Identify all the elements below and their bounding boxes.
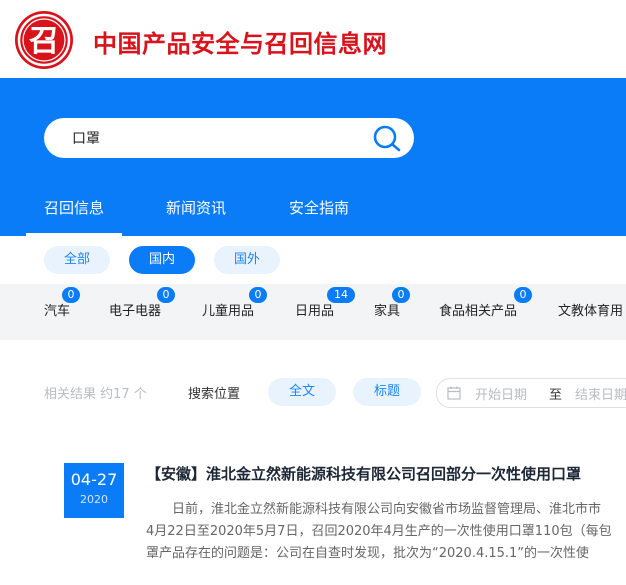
category-car[interactable]: 汽车	[44, 300, 70, 319]
category-children[interactable]: 儿童用品	[202, 300, 254, 319]
tab-label: 新闻资讯	[166, 199, 227, 217]
category-label: 食品相关产品	[439, 304, 518, 319]
site-logo[interactable]: 召	[14, 10, 74, 70]
site-title: 中国产品安全与召回信息网	[93, 30, 387, 58]
result-summary-line: 4月22日至2020年5月7日，召回2020年4月生产的一次性使用口罩110包（…	[146, 524, 612, 539]
end-date-input[interactable]: 结束日期	[575, 384, 626, 403]
category-furniture[interactable]: 家具	[374, 300, 400, 319]
category-bar: 汽车 0 电子电器 0 儿童用品 0 日用品 14 家具 0 食品相关产品 0 …	[0, 284, 626, 340]
tab-news[interactable]: 新闻资讯	[166, 198, 226, 236]
site-header: 召 中国产品安全与召回信息网	[0, 0, 626, 78]
category-label: 日用品	[295, 304, 335, 319]
result-summary-line: 日前，淮北金立然新能源科技有限公司向安徽省市场监督管理局、淮北市市	[172, 502, 602, 517]
region-foreign-button[interactable]: 国外	[214, 246, 280, 274]
result-summary-line: 罩产品存在的问题是：公司在自查时发现，批次为“2020.4.15.1”的一次性使	[146, 546, 590, 561]
tab-recall-info[interactable]: 召回信息	[25, 198, 123, 236]
calendar-icon	[447, 386, 461, 400]
search-icon[interactable]	[372, 124, 402, 152]
fulltext-button[interactable]: 全文	[268, 378, 336, 406]
start-date-input[interactable]: 开始日期	[475, 384, 527, 403]
category-label: 文教体育用	[558, 304, 624, 319]
result-summary: 日前，淮北金立然新能源科技有限公司向安徽省市场监督管理局、淮北市市 4月22日至…	[146, 499, 626, 565]
category-label: 家具	[374, 304, 401, 319]
category-count-badge: 0	[249, 287, 267, 303]
date-to-label: 至	[549, 388, 563, 403]
region-domestic-button[interactable]: 国内	[129, 246, 195, 274]
category-education-sports[interactable]: 文教体育用	[558, 300, 623, 319]
tab-safety-guide[interactable]: 安全指南	[289, 198, 349, 236]
category-food-related[interactable]: 食品相关产品	[439, 300, 517, 319]
category-count-badge: 0	[514, 287, 532, 303]
result-year: 2020	[80, 493, 108, 506]
category-label: 电子电器	[109, 304, 162, 319]
category-label: 儿童用品	[202, 304, 255, 319]
region-all-button[interactable]: 全部	[44, 246, 110, 274]
date-range-picker[interactable]: 开始日期 至 结束日期	[436, 378, 626, 408]
category-count-badge: 0	[62, 287, 80, 303]
result-date: 04-27	[70, 470, 118, 489]
category-count-badge: 0	[392, 287, 410, 303]
category-daily-goods[interactable]: 日用品	[295, 300, 334, 319]
tab-label: 安全指南	[289, 199, 350, 217]
title-button[interactable]: 标题	[353, 378, 421, 406]
result-date-badge: 04-27 2020	[64, 463, 124, 518]
result-filter-bar: 相关结果 约17 个 搜索位置 全文 标题 开始日期 至 结束日期	[0, 360, 626, 420]
region-filter: 全部 国内 国外	[0, 236, 626, 284]
logo-glyph: 召	[28, 24, 59, 59]
category-electronics[interactable]: 电子电器	[109, 300, 161, 319]
search-position-label: 搜索位置	[188, 387, 241, 402]
search-input[interactable]	[72, 118, 362, 158]
category-count-badge: 14	[327, 287, 355, 303]
result-item: 04-27 2020 【安徽】淮北金立然新能源科技有限公司召回部分一次性使用口罩…	[0, 455, 626, 585]
category-label: 汽车	[44, 304, 71, 319]
result-title-link[interactable]: 【安徽】淮北金立然新能源科技有限公司召回部分一次性使用口罩	[146, 463, 581, 484]
tab-label: 召回信息	[44, 199, 105, 217]
search-box	[44, 118, 414, 158]
search-banner: 召回信息 新闻资讯 安全指南	[0, 78, 626, 236]
main-tabs: 召回信息 新闻资讯 安全指南	[0, 198, 626, 236]
result-count: 相关结果 约17 个	[44, 387, 147, 402]
category-count-badge: 0	[157, 287, 175, 303]
